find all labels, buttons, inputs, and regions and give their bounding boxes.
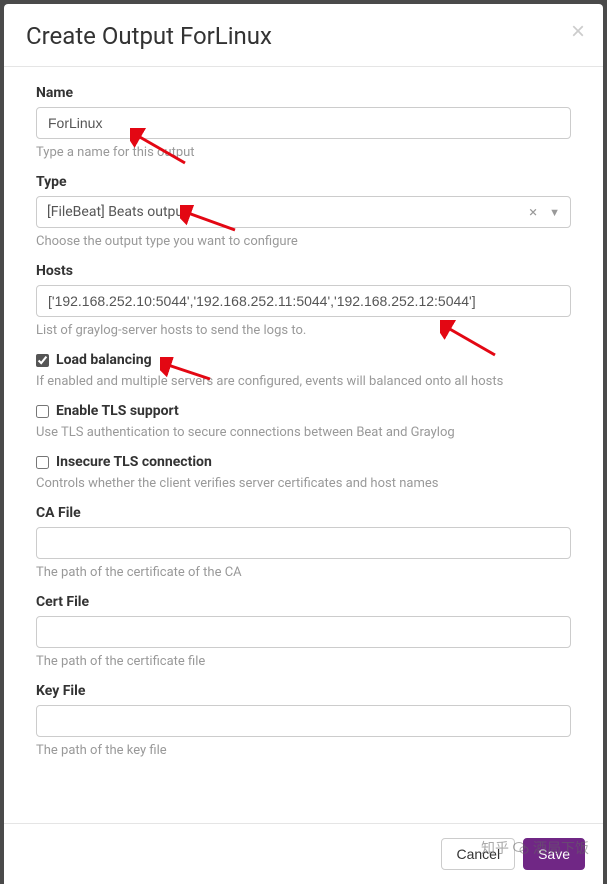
enable-tls-help: Use TLS authentication to secure connect… <box>36 425 571 440</box>
watermark-user: 酒局下饭 <box>533 838 589 858</box>
ca-file-label: CA File <box>36 505 571 521</box>
close-button[interactable]: × <box>571 18 585 46</box>
hosts-help: List of graylog-server hosts to send the… <box>36 323 571 338</box>
field-type: Type [FileBeat] Beats output × ▼ Choose … <box>36 174 571 249</box>
key-file-help: The path of the key file <box>36 743 571 758</box>
field-enable-tls: Enable TLS support Use TLS authenticatio… <box>36 403 571 440</box>
type-select[interactable]: [FileBeat] Beats output × ▼ <box>36 196 571 228</box>
field-key-file: Key File The path of the key file <box>36 683 571 758</box>
ca-file-input[interactable] <box>36 527 571 559</box>
load-balancing-checkbox[interactable] <box>36 354 49 367</box>
ca-file-help: The path of the certificate of the CA <box>36 565 571 580</box>
modal-body: Name Type a name for this output Type [F… <box>4 67 603 823</box>
cert-file-label: Cert File <box>36 594 571 610</box>
chevron-down-icon: ▼ <box>543 206 560 219</box>
name-help: Type a name for this output <box>36 145 571 160</box>
insecure-tls-label: Insecure TLS connection <box>56 454 212 470</box>
create-output-modal: Create Output ForLinux × Name Type a nam… <box>4 4 603 884</box>
cert-file-input[interactable] <box>36 616 571 648</box>
enable-tls-label: Enable TLS support <box>56 403 179 419</box>
watermark-brand: 知乎 <box>481 838 509 858</box>
key-file-label: Key File <box>36 683 571 699</box>
modal-title: Create Output ForLinux <box>26 22 581 50</box>
field-cert-file: Cert File The path of the certificate fi… <box>36 594 571 669</box>
hosts-input[interactable] <box>36 285 571 317</box>
watermark: 知乎 酒局下饭 <box>481 838 589 858</box>
cert-file-help: The path of the certificate file <box>36 654 571 669</box>
name-label: Name <box>36 85 571 101</box>
load-balancing-label: Load balancing <box>56 352 152 368</box>
type-help: Choose the output type you want to confi… <box>36 234 571 249</box>
name-input[interactable] <box>36 107 571 139</box>
clear-icon[interactable]: × <box>523 203 543 221</box>
type-selected-value: [FileBeat] Beats output <box>47 204 523 220</box>
field-name: Name Type a name for this output <box>36 85 571 160</box>
field-ca-file: CA File The path of the certificate of t… <box>36 505 571 580</box>
key-file-input[interactable] <box>36 705 571 737</box>
hosts-label: Hosts <box>36 263 571 279</box>
field-load-balancing: Load balancing If enabled and multiple s… <box>36 352 571 389</box>
load-balancing-help: If enabled and multiple servers are conf… <box>36 374 571 389</box>
modal-header: Create Output ForLinux × <box>4 4 603 67</box>
enable-tls-checkbox[interactable] <box>36 405 49 418</box>
insecure-tls-checkbox[interactable] <box>36 456 49 469</box>
field-hosts: Hosts List of graylog-server hosts to se… <box>36 263 571 338</box>
type-label: Type <box>36 174 571 190</box>
insecure-tls-help: Controls whether the client verifies ser… <box>36 476 571 491</box>
wechat-icon <box>513 841 529 855</box>
field-insecure-tls: Insecure TLS connection Controls whether… <box>36 454 571 491</box>
